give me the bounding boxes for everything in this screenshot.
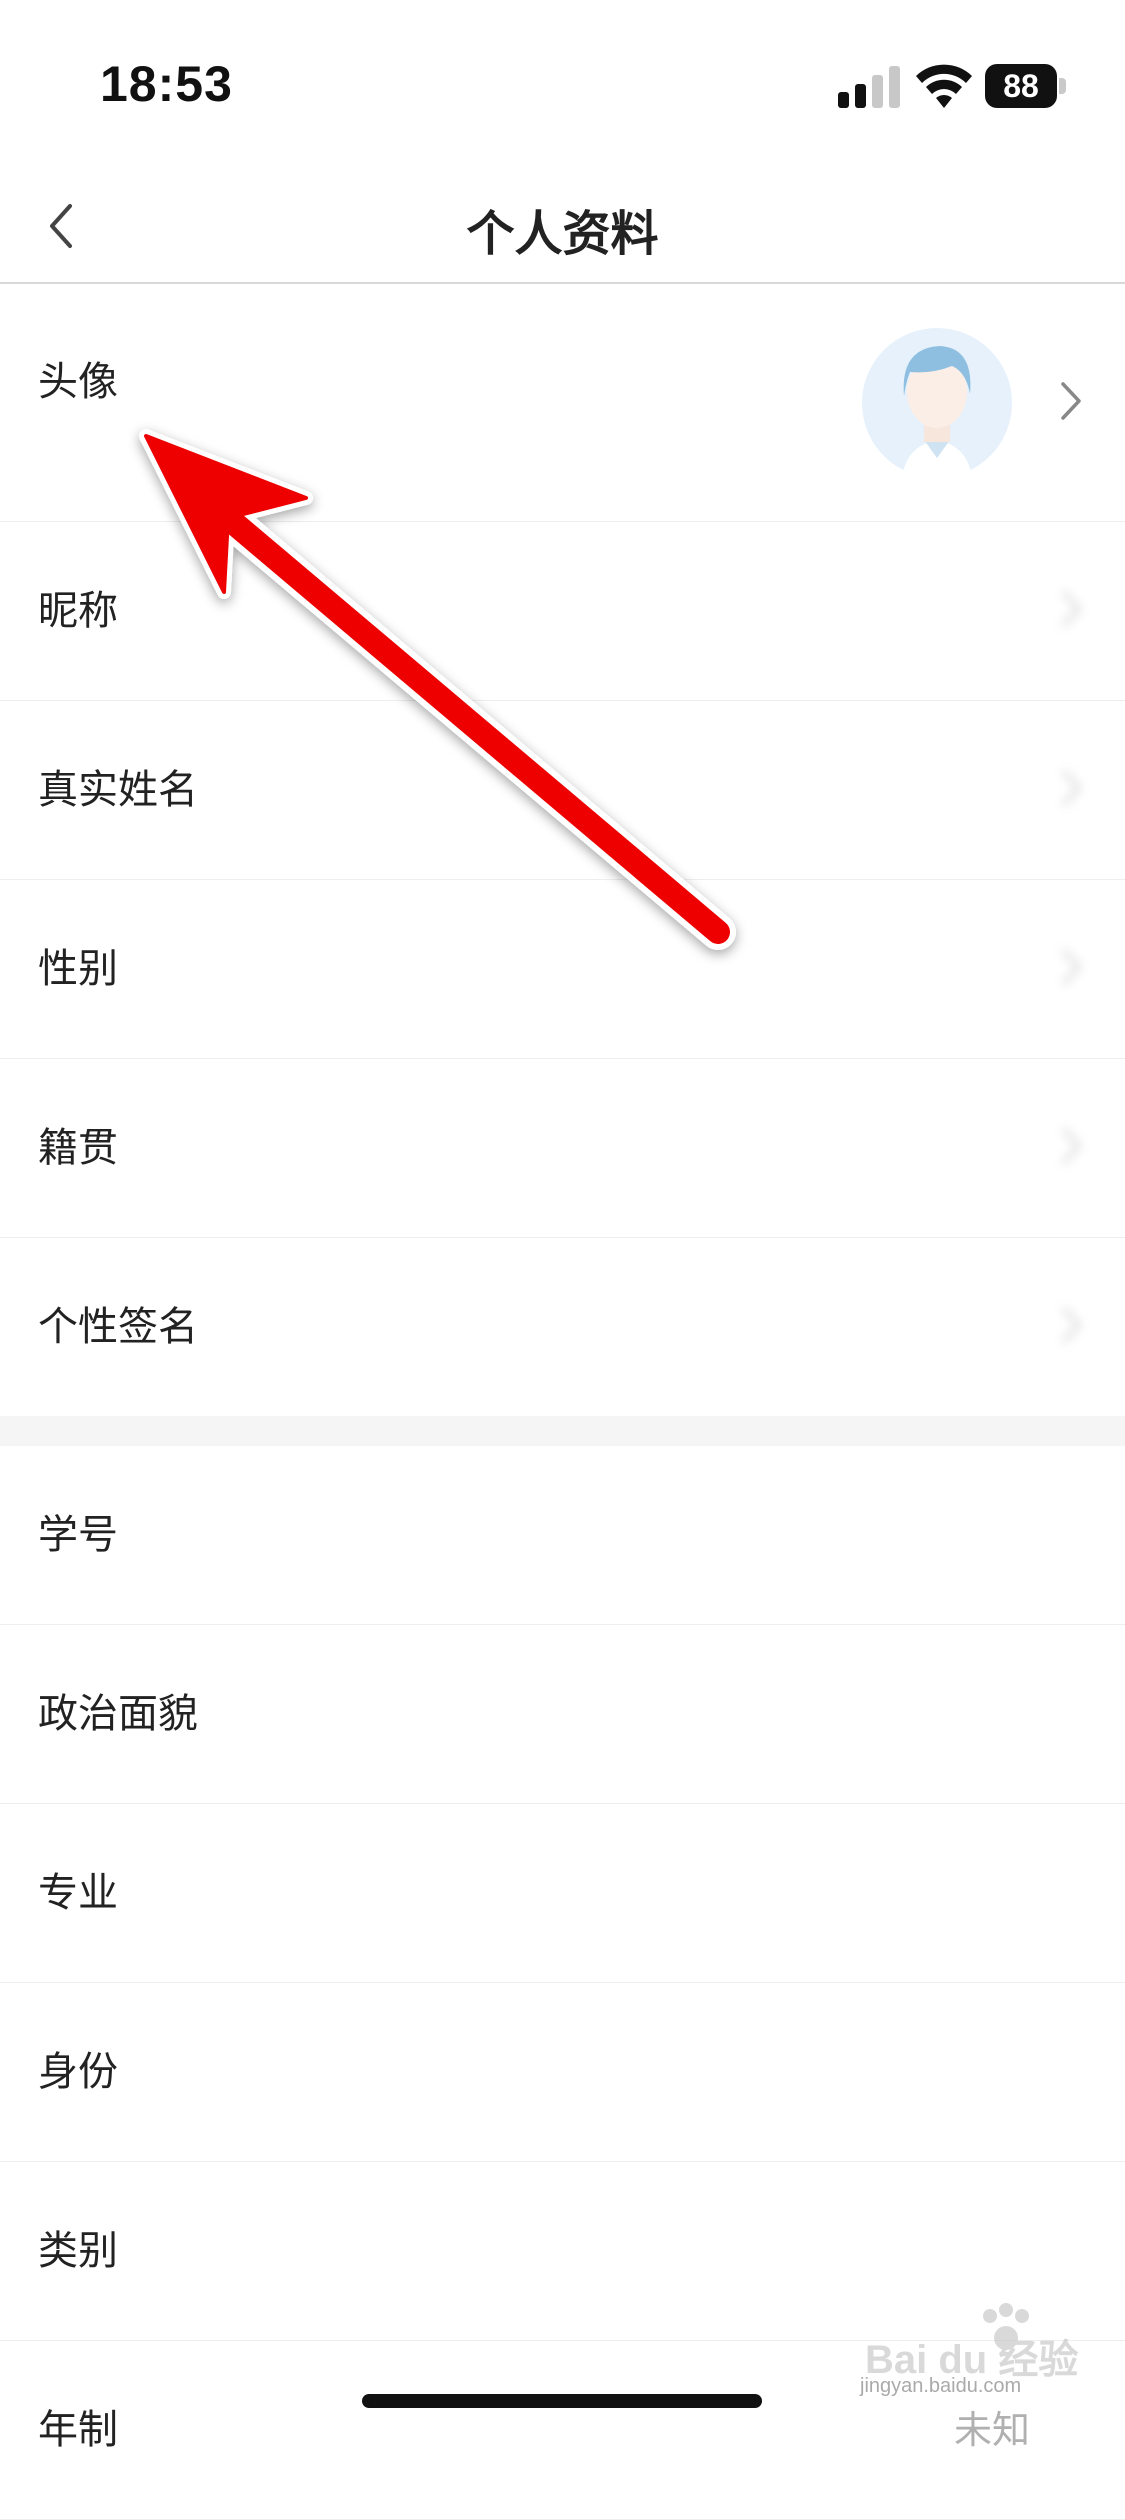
row-hometown[interactable]: 籍贯 — [0, 1059, 1125, 1238]
row-label-nickname: 昵称 — [38, 588, 118, 634]
chevron-right-icon — [1061, 769, 1082, 807]
row-label-category: 类别 — [38, 2228, 118, 2274]
watermark-url: jingyan.baidu.com — [860, 2375, 1022, 2397]
page-title: 个人资料 — [466, 206, 659, 262]
row-label-student-id: 学号 — [38, 1512, 118, 1558]
home-indicator[interactable] — [362, 2394, 762, 2408]
row-political-status[interactable]: 政治面貌 — [0, 1625, 1125, 1804]
status-time: 18:53 — [100, 56, 233, 112]
chevron-right-icon — [1061, 948, 1082, 986]
row-label-signature: 个性签名 — [38, 1304, 198, 1350]
avatar[interactable] — [862, 328, 1012, 478]
chevron-right-icon — [1061, 1306, 1082, 1344]
battery-icon: 88 — [985, 64, 1067, 108]
chevron-right-icon — [1061, 590, 1082, 628]
row-nickname[interactable]: 昵称 — [0, 522, 1125, 701]
row-label-major: 专业 — [38, 1870, 118, 1916]
row-label-real-name: 真实姓名 — [38, 767, 198, 813]
row-avatar[interactable]: 头像 — [0, 284, 1125, 522]
row-label-avatar: 头像 — [38, 359, 118, 405]
signal-icon — [838, 66, 900, 108]
row-gender[interactable]: 性别 — [0, 880, 1125, 1059]
row-label-identity: 身份 — [38, 2049, 118, 2095]
status-bar: 18:53 88 — [0, 0, 1125, 170]
row-real-name[interactable]: 真实姓名 — [0, 701, 1125, 880]
chevron-right-icon — [1061, 1127, 1082, 1165]
row-label-program-length: 年制 — [38, 2407, 118, 2453]
row-label-hometown: 籍贯 — [38, 1125, 118, 1171]
row-label-political-status: 政治面貌 — [38, 1691, 198, 1737]
chevron-right-icon — [1061, 382, 1081, 420]
nav-bar: 个人资料 — [0, 170, 1125, 284]
row-student-id[interactable]: 学号 — [0, 1446, 1125, 1625]
avatar-illustration — [902, 346, 972, 478]
row-label-gender: 性别 — [38, 946, 118, 992]
profile-list: 头像 昵称 真实姓名 性别 籍贯 个性签名 学号 政治面貌 专业 身份 类别 年… — [0, 284, 1125, 2520]
battery-cap — [1059, 78, 1066, 94]
battery-level: 88 — [985, 64, 1057, 108]
row-signature[interactable]: 个性签名 — [0, 1238, 1125, 1416]
section-divider — [0, 1416, 1125, 1446]
wifi-icon — [916, 64, 972, 108]
row-identity[interactable]: 身份 — [0, 1983, 1125, 2162]
row-major[interactable]: 专业 — [0, 1804, 1125, 1983]
